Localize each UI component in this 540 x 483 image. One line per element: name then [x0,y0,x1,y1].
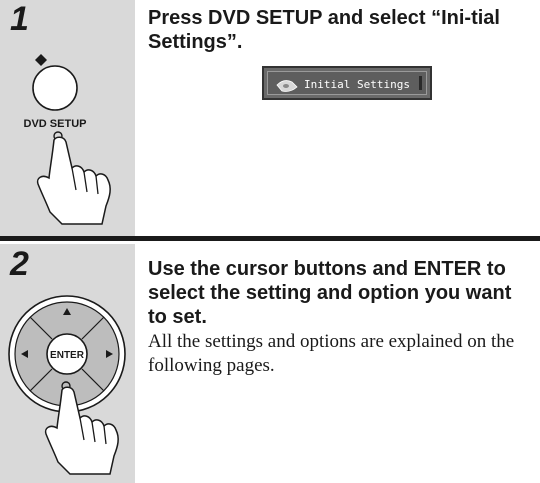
osd-edge [419,76,422,90]
osd-label: Initial Settings [304,78,410,91]
step-2-body: All the settings and options are explain… [148,331,515,376]
step-divider [0,236,540,241]
enter-label: ENTER [50,350,85,361]
step-1-heading: Press DVD SETUP and select “Ini-tial Set… [148,7,500,53]
disc-icon [276,80,298,92]
pointing-hand-icon [44,381,119,475]
step-2-heading: Use the cursor buttons and ENTER to sele… [148,258,512,328]
initial-settings-osd: Initial Settings [262,66,432,100]
pointing-hand-icon [36,131,111,225]
